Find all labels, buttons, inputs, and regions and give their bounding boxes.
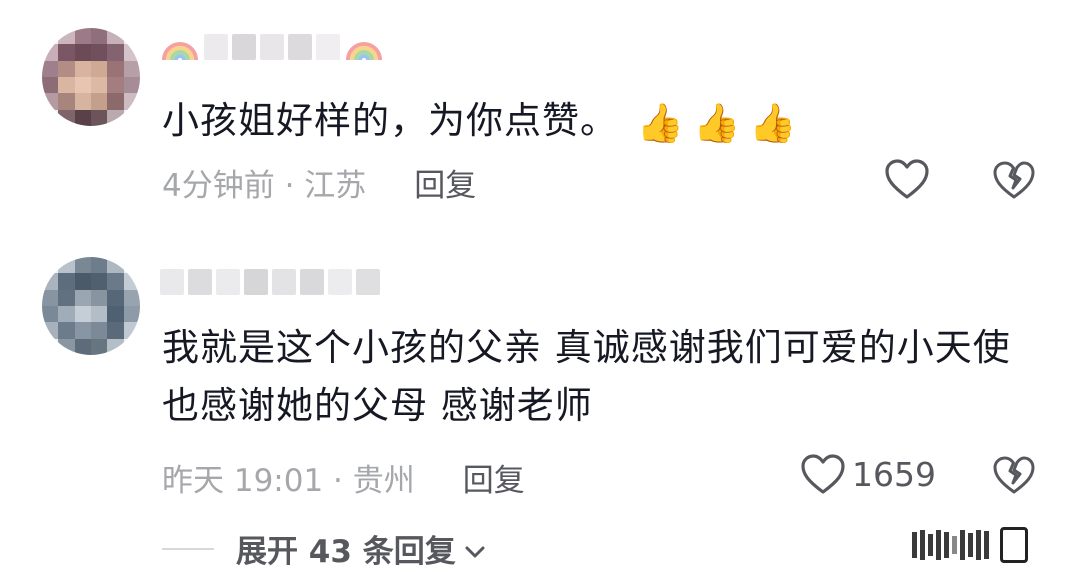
rainbow-icon bbox=[344, 30, 384, 64]
like-button[interactable] bbox=[884, 158, 930, 200]
watermark-box bbox=[1000, 527, 1028, 563]
expand-replies-button[interactable]: 展开 43 条回复 bbox=[162, 526, 486, 571]
reaction-emojis: 👍 👍 👍 bbox=[637, 103, 798, 143]
like-count: 1659 bbox=[852, 454, 936, 494]
comment-time-location: 4分钟前 · 江苏 bbox=[162, 168, 367, 204]
heart-outline-icon bbox=[884, 158, 930, 200]
rainbow-icon bbox=[160, 30, 200, 64]
reply-button[interactable]: 回复 bbox=[463, 455, 525, 500]
expand-replies-label: 展开 43 条回复 bbox=[236, 534, 456, 570]
username-blurred[interactable] bbox=[160, 30, 384, 64]
broken-heart-icon bbox=[992, 160, 1036, 200]
avatar[interactable] bbox=[42, 257, 140, 355]
heart-outline-icon bbox=[800, 453, 846, 495]
thumbs-up-icon: 👍 bbox=[693, 100, 742, 145]
avatar-mosaic bbox=[42, 257, 140, 355]
avatar[interactable] bbox=[42, 28, 140, 126]
comment-text: 我就是这个小孩的父亲 真诚感谢我们可爱的小天使 也感谢她的父母 感谢老师 bbox=[162, 326, 1011, 427]
comment-text-body: 小孩姐好样的，为你点赞。 bbox=[162, 99, 618, 142]
thumbs-up-icon: 👍 bbox=[636, 100, 686, 145]
comment-item: 小孩姐好样的，为你点赞。 👍 👍 👍 4分钟前 · 江苏 回复 bbox=[0, 0, 1080, 235]
divider-line bbox=[162, 547, 214, 550]
username-blurred[interactable] bbox=[160, 265, 380, 299]
broken-heart-icon bbox=[992, 455, 1036, 495]
chevron-down-icon bbox=[464, 531, 486, 567]
reply-button[interactable]: 回复 bbox=[414, 160, 476, 205]
comment-time-location: 昨天 19:01 · 贵州 bbox=[162, 463, 415, 499]
avatar-mosaic bbox=[42, 28, 140, 126]
watermark-logo bbox=[912, 525, 1072, 565]
thumbs-up-icon: 👍 bbox=[749, 100, 798, 145]
comment-item: 我就是这个小孩的父亲 真诚感谢我们可爱的小天使 也感谢她的父母 感谢老师 昨天 … bbox=[0, 235, 1080, 515]
dislike-button[interactable] bbox=[992, 160, 1036, 200]
dislike-button[interactable] bbox=[992, 455, 1036, 495]
like-button[interactable]: 1659 bbox=[800, 453, 936, 495]
comment-meta: 4分钟前 · 江苏 回复 bbox=[162, 160, 476, 205]
comment-meta: 昨天 19:01 · 贵州 回复 bbox=[162, 455, 525, 500]
comment-text: 小孩姐好样的，为你点赞。 👍 👍 👍 bbox=[162, 92, 798, 150]
